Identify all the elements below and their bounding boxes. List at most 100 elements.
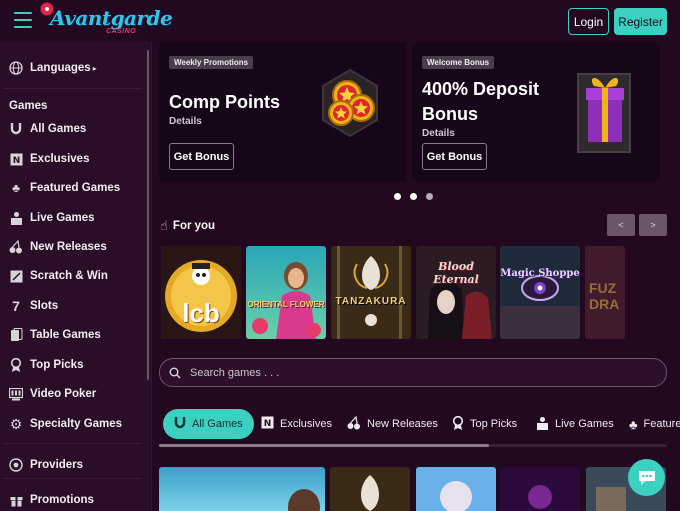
- game-art: [440, 481, 472, 511]
- trophy-icon: [452, 415, 464, 433]
- brand-logo[interactable]: Avantgarde CASINO: [40, 2, 173, 40]
- globe-icon: [9, 61, 23, 75]
- gift-box-icon: [577, 73, 631, 153]
- sidebar-item-languages[interactable]: Languages ▸: [9, 58, 97, 78]
- game-tile-bottom[interactable]: [330, 467, 410, 511]
- tab-featured-games[interactable]: ♣ Featured Games: [629, 409, 680, 439]
- sidebar-item-table-games[interactable]: Table Games: [9, 325, 101, 345]
- tanzakura-art: [331, 246, 411, 339]
- svg-text:N: N: [12, 156, 20, 166]
- search-input[interactable]: [190, 366, 630, 379]
- promo-title: 400% Deposit: [422, 79, 540, 99]
- tab-label: Exclusives: [280, 418, 332, 430]
- game-tile-bottom[interactable]: [159, 467, 325, 511]
- svg-text:N: N: [264, 419, 272, 429]
- game-tile-fuzzy-dragon[interactable]: FUZ DRA: [585, 246, 625, 339]
- video-poker-icon: [9, 387, 23, 401]
- game-art: [528, 485, 552, 509]
- game-tile-tanzakura[interactable]: TANZAKURA: [331, 246, 411, 339]
- sidebar-item-live-games[interactable]: Live Games: [9, 208, 95, 228]
- promo-title: Comp Points: [169, 92, 280, 112]
- carousel-dots: [394, 193, 433, 200]
- divider: [4, 88, 142, 89]
- games-heading: Games: [9, 100, 48, 112]
- carousel-dot[interactable]: [410, 193, 417, 200]
- game-title: Blood Eternal: [433, 260, 479, 286]
- chevron-right-icon: ▸: [92, 63, 97, 73]
- game-tile-blood-eternal[interactable]: Blood Eternal: [416, 246, 496, 339]
- sidebar-item-exclusives[interactable]: N Exclusives: [9, 149, 89, 169]
- tab-exclusives[interactable]: N Exclusives: [261, 409, 332, 439]
- exclusive-icon: N: [261, 416, 274, 432]
- game-title: TANZAKURA: [335, 296, 407, 307]
- get-bonus-button[interactable]: Get Bonus: [169, 143, 234, 170]
- seven-icon: 7: [12, 298, 20, 314]
- horseshoe-icon: [9, 122, 23, 136]
- register-button[interactable]: Register: [614, 8, 667, 35]
- promo-details-link[interactable]: Details: [422, 128, 455, 139]
- carousel-dot[interactable]: [426, 193, 433, 200]
- sidebar-item-all-games[interactable]: All Games: [9, 119, 86, 139]
- clover-icon: ♣: [12, 181, 20, 195]
- promo-tag: Weekly Promotions: [169, 56, 254, 69]
- game-tile-bottom[interactable]: [416, 467, 496, 511]
- sidebar-item-label: Table Games: [30, 329, 101, 341]
- game-tile-bottom[interactable]: [500, 467, 580, 511]
- live-dealer-icon: [536, 416, 549, 433]
- sidebar-item-top-picks[interactable]: Top Picks: [9, 355, 83, 375]
- sidebar-item-label: Top Picks: [30, 359, 84, 371]
- category-tabs: All Games N Exclusives New Releases Top …: [159, 405, 680, 443]
- sidebar-scrollbar[interactable]: [146, 46, 150, 506]
- search-bar[interactable]: [159, 358, 667, 387]
- providers-icon: [9, 458, 23, 472]
- sidebar-item-label: New Releases: [30, 241, 107, 253]
- live-dealer-icon: [9, 211, 23, 225]
- cards-icon: [9, 328, 23, 342]
- sidebar-item-scratch-win[interactable]: Scratch & Win: [9, 266, 108, 286]
- tab-label: Live Games: [555, 418, 614, 430]
- get-bonus-button[interactable]: Get Bonus: [422, 143, 487, 170]
- sidebar-item-label: Video Poker: [30, 388, 97, 400]
- scratch-card-icon: [9, 269, 23, 283]
- game-tile-lcb[interactable]: lcb: [161, 246, 241, 339]
- tab-top-picks[interactable]: Top Picks: [452, 409, 517, 439]
- sidebar-item-specialty-games[interactable]: ⚙ Specialty Games: [9, 414, 122, 434]
- sidebar-item-featured-games[interactable]: ♣ Featured Games: [9, 178, 120, 198]
- sidebar-item-label: Promotions: [30, 494, 94, 506]
- sidebar-item-slots[interactable]: 7 Slots: [9, 296, 58, 316]
- hand-pointer-icon: ☝: [160, 218, 168, 233]
- sidebar-item-providers[interactable]: Providers: [9, 455, 83, 475]
- chat-button[interactable]: [628, 459, 665, 496]
- tabs-scrollbar[interactable]: [159, 444, 667, 447]
- menu-icon[interactable]: [14, 12, 32, 28]
- tab-label: Featured Games: [643, 418, 680, 430]
- coins-icon: [322, 68, 378, 138]
- game-tile-magic-shoppe[interactable]: Magic Shoppe: [500, 246, 580, 339]
- logo-text: Avantgarde: [50, 6, 173, 30]
- game-tile-oriental-flower[interactable]: ORIENTAL FLOWER: [246, 246, 326, 339]
- game-art: [288, 489, 320, 511]
- clover-icon: ♣: [629, 416, 638, 432]
- tab-new-releases[interactable]: New Releases: [347, 409, 438, 439]
- sidebar-item-new-releases[interactable]: New Releases: [9, 237, 107, 257]
- sidebar-item-promotions[interactable]: Promotions: [9, 490, 94, 510]
- next-button[interactable]: >: [639, 214, 667, 236]
- tab-all-games[interactable]: All Games: [163, 409, 254, 439]
- cherries-icon: [9, 240, 23, 254]
- tab-label: New Releases: [367, 418, 438, 430]
- search-icon: [169, 367, 181, 378]
- prev-button[interactable]: <: [607, 214, 635, 236]
- sidebar-item-label: Scratch & Win: [30, 270, 108, 282]
- sidebar-item-label: Exclusives: [30, 153, 90, 165]
- sidebar-item-video-poker[interactable]: Video Poker: [9, 384, 96, 404]
- promo-card-comp-points[interactable]: Weekly Promotions Comp Points Details Ge…: [159, 42, 406, 182]
- tab-live-games[interactable]: Live Games: [536, 409, 614, 439]
- login-button[interactable]: Login: [568, 8, 609, 35]
- promo-card-deposit-bonus[interactable]: Welcome Bonus 400% Deposit Bonus Details…: [412, 42, 660, 182]
- sidebar-item-label: Featured Games: [30, 182, 121, 194]
- exclusive-icon: N: [9, 152, 23, 166]
- for-you-heading: ☝ For you: [160, 218, 215, 234]
- promo-details-link[interactable]: Details: [169, 116, 202, 127]
- sidebar-item-label: Slots: [30, 300, 59, 312]
- carousel-dot[interactable]: [394, 193, 401, 200]
